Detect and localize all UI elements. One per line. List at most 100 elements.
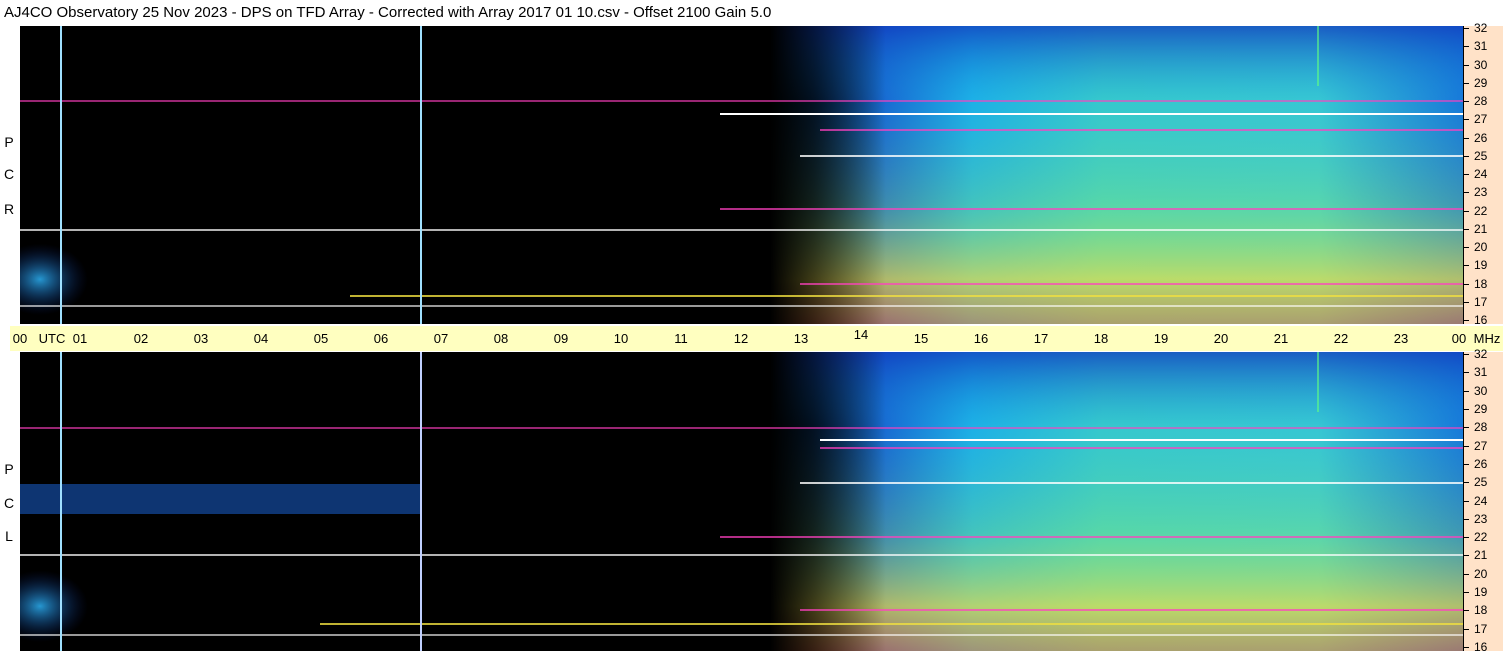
freq-tick	[1464, 46, 1469, 48]
freq-tick	[1464, 463, 1469, 465]
freq-label-17: 17	[1474, 621, 1488, 636]
time-label-14: 14	[853, 327, 869, 342]
freq-label-20: 20	[1474, 566, 1488, 581]
freq-label-21: 21	[1474, 548, 1488, 563]
freq-label-29: 29	[1474, 75, 1488, 90]
freq-label-25: 25	[1474, 475, 1488, 490]
freq-tick	[1464, 408, 1469, 410]
time-label-22: 22	[1333, 331, 1349, 346]
rcp-spectrogram[interactable]	[20, 26, 1463, 324]
freq-label-29: 29	[1474, 401, 1488, 416]
freq-tick	[1464, 28, 1469, 29]
freq-label-17: 17	[1474, 294, 1488, 309]
freq-tick	[1464, 390, 1469, 392]
pol-letter-r: R	[3, 201, 15, 217]
freq-label-19: 19	[1474, 258, 1488, 273]
freq-tick	[1464, 555, 1469, 557]
freq-label-18: 18	[1474, 603, 1488, 618]
time-label-18: 18	[1093, 331, 1109, 346]
time-label-20: 20	[1213, 331, 1229, 346]
freq-axis-bottom: 32 31 30 29 28 27 26 25 24 23 22 21 20 19 18 17 16	[1463, 348, 1503, 653]
freq-label-23: 23	[1474, 511, 1488, 526]
time-label-02: 02	[133, 331, 149, 346]
time-label-23: 23	[1393, 331, 1409, 346]
mhz-label: MHz	[1473, 331, 1501, 346]
time-label-00: 00	[12, 331, 28, 346]
lcp-spectrogram-image	[20, 352, 1463, 651]
time-label-12: 12	[733, 331, 749, 346]
pol-letter-c: C	[3, 166, 15, 182]
freq-tick	[1464, 192, 1469, 194]
freq-tick	[1464, 537, 1469, 539]
freq-tick	[1464, 210, 1469, 212]
utc-label: UTC	[38, 331, 66, 346]
time-label-15: 15	[913, 331, 929, 346]
pol-letter-l: L	[5, 528, 13, 544]
freq-tick	[1464, 283, 1469, 285]
freq-label-28: 28	[1474, 94, 1488, 108]
time-label-05: 05	[313, 331, 329, 346]
time-label-03: 03	[193, 331, 209, 346]
freq-tick	[1464, 372, 1469, 374]
freq-label-25: 25	[1474, 148, 1488, 163]
freq-tick	[1464, 610, 1469, 612]
freq-label-30: 30	[1474, 57, 1488, 72]
freq-tick	[1464, 647, 1469, 648]
time-label-00-end: 00	[1451, 331, 1467, 346]
time-label-09: 09	[553, 331, 569, 346]
freq-label-18: 18	[1474, 276, 1488, 291]
spectrogram-title: AJ4CO Observatory 25 Nov 2023 - DPS on T…	[4, 4, 772, 21]
freq-label-27: 27	[1474, 112, 1488, 127]
freq-label-26: 26	[1474, 456, 1488, 471]
freq-tick	[1464, 174, 1469, 175]
freq-label-31: 31	[1474, 365, 1488, 380]
freq-label-22: 22	[1474, 530, 1488, 545]
lcp-label: L C P	[2, 352, 16, 651]
freq-tick	[1464, 482, 1469, 484]
time-label-19: 19	[1153, 331, 1169, 346]
freq-tick	[1464, 573, 1469, 575]
freq-label-22: 22	[1474, 203, 1488, 218]
freq-tick	[1464, 628, 1469, 630]
time-label-08: 08	[493, 331, 509, 346]
pol-letter-p: P	[4, 134, 14, 150]
time-label-16: 16	[973, 331, 989, 346]
time-label-01: 01	[72, 331, 88, 346]
freq-label-19: 19	[1474, 585, 1488, 600]
freq-tick	[1464, 500, 1469, 502]
freq-tick	[1464, 155, 1469, 157]
freq-tick	[1464, 445, 1469, 447]
rcp-label: R C P	[2, 26, 16, 324]
freq-label-31: 31	[1474, 39, 1488, 54]
time-label-13: 13	[793, 331, 809, 346]
time-label-04: 04	[253, 331, 269, 346]
freq-tick	[1464, 64, 1469, 66]
freq-label-26: 26	[1474, 130, 1488, 145]
freq-tick	[1464, 320, 1469, 321]
freq-label-20: 20	[1474, 240, 1488, 254]
freq-tick	[1464, 82, 1469, 84]
time-label-11: 11	[674, 331, 688, 346]
freq-label-24: 24	[1474, 167, 1488, 181]
pol-letter-c: C	[3, 495, 15, 511]
freq-tick	[1464, 228, 1469, 230]
pol-letter-p: P	[4, 461, 14, 477]
freq-label-27: 27	[1474, 438, 1488, 453]
freq-label-23: 23	[1474, 185, 1488, 200]
time-label-17: 17	[1033, 331, 1049, 346]
freq-label-24: 24	[1474, 493, 1488, 508]
time-label-10: 10	[613, 331, 629, 346]
freq-tick	[1464, 354, 1469, 355]
time-label-06: 06	[373, 331, 389, 346]
freq-axis-top: 32 31 30 29 28 27 26 25 24 23 22 21 20 19 18 17 16	[1463, 22, 1503, 327]
freq-tick	[1464, 301, 1469, 303]
freq-tick	[1464, 247, 1469, 248]
freq-tick	[1464, 265, 1469, 267]
freq-tick	[1464, 518, 1469, 520]
freq-tick	[1464, 101, 1469, 102]
time-axis: 00 UTC 01 02 03 04 05 06 07 08 09 10 11 …	[10, 326, 1503, 351]
freq-label-16: 16	[1474, 313, 1488, 327]
freq-label-32: 32	[1474, 347, 1488, 361]
freq-tick	[1464, 119, 1469, 121]
lcp-spectrogram[interactable]	[20, 352, 1463, 651]
